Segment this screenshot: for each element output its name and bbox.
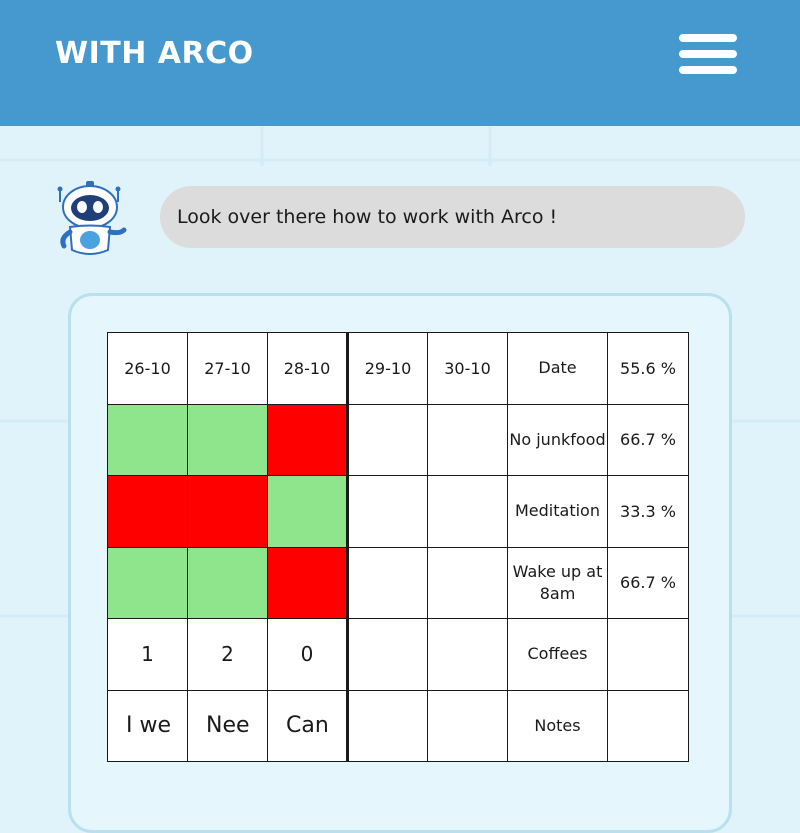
coffee-count-cell[interactable]: 2 (187, 618, 268, 691)
habit-cell-empty[interactable] (427, 475, 508, 548)
habit-percent: 33.3 % (607, 475, 689, 548)
habit-cell-empty[interactable] (346, 475, 428, 548)
habit-cell-missed[interactable] (107, 475, 188, 548)
coffee-count-cell[interactable] (427, 618, 508, 691)
note-cell[interactable]: I we (107, 689, 188, 762)
note-cell[interactable]: Nee (187, 689, 268, 762)
habit-cell-done[interactable] (187, 403, 268, 476)
habit-tracker-table: 26-10 27-10 28-10 29-10 30-10 Date 55.6 … (107, 332, 689, 762)
habit-label: No junkfood (507, 403, 608, 476)
habit-cell-empty[interactable] (427, 403, 508, 476)
date-percent: 55.6 % (607, 332, 689, 405)
assistant-message-bubble: Look over there how to work with Arco ! (160, 186, 745, 248)
date-header-cell[interactable]: 27-10 (187, 332, 268, 405)
habit-cell-empty[interactable] (346, 546, 428, 619)
date-row-label: Date (507, 332, 608, 405)
hamburger-menu-icon[interactable] (676, 30, 740, 80)
app-header: WITH ARCO (0, 0, 800, 126)
coffee-count-cell[interactable]: 1 (107, 618, 188, 691)
notes-row: I we Nee Can Notes (107, 689, 689, 762)
habit-percent: 66.7 % (607, 546, 689, 619)
date-header-cell[interactable]: 28-10 (267, 332, 348, 405)
note-cell[interactable]: Can (267, 689, 348, 762)
habit-cell-done[interactable] (107, 546, 188, 619)
robot-mascot-icon (50, 180, 128, 260)
habit-cell-done[interactable] (187, 546, 268, 619)
date-header-cell[interactable]: 26-10 (107, 332, 188, 405)
habit-cell-missed[interactable] (267, 403, 348, 476)
habit-row-no-junkfood: No junkfood 66.7 % (107, 403, 689, 476)
coffees-label: Coffees (507, 618, 608, 691)
habit-row-meditation: Meditation 33.3 % (107, 475, 689, 548)
habit-row-wake-up: Wake up at 8am 66.7 % (107, 546, 689, 619)
habit-cell-missed[interactable] (267, 546, 348, 619)
app-title: WITH ARCO (55, 36, 254, 71)
habit-percent: 66.7 % (607, 403, 689, 476)
notes-label: Notes (507, 689, 608, 762)
coffee-count-cell[interactable] (346, 618, 428, 691)
date-header-cell[interactable]: 30-10 (427, 332, 508, 405)
note-cell[interactable] (346, 689, 428, 762)
note-cell[interactable] (427, 689, 508, 762)
date-header-cell[interactable]: 29-10 (346, 332, 428, 405)
habit-cell-empty[interactable] (427, 546, 508, 619)
notes-percent (607, 689, 689, 762)
coffees-row: 1 2 0 Coffees (107, 618, 689, 691)
habit-cell-done[interactable] (267, 475, 348, 548)
habit-cell-missed[interactable] (187, 475, 268, 548)
habit-label: Meditation (507, 475, 608, 548)
coffees-percent (607, 618, 689, 691)
habit-cell-done[interactable] (107, 403, 188, 476)
habit-cell-empty[interactable] (346, 403, 428, 476)
date-row: 26-10 27-10 28-10 29-10 30-10 Date 55.6 … (107, 332, 689, 405)
habit-label: Wake up at 8am (507, 546, 608, 619)
coffee-count-cell[interactable]: 0 (267, 618, 348, 691)
